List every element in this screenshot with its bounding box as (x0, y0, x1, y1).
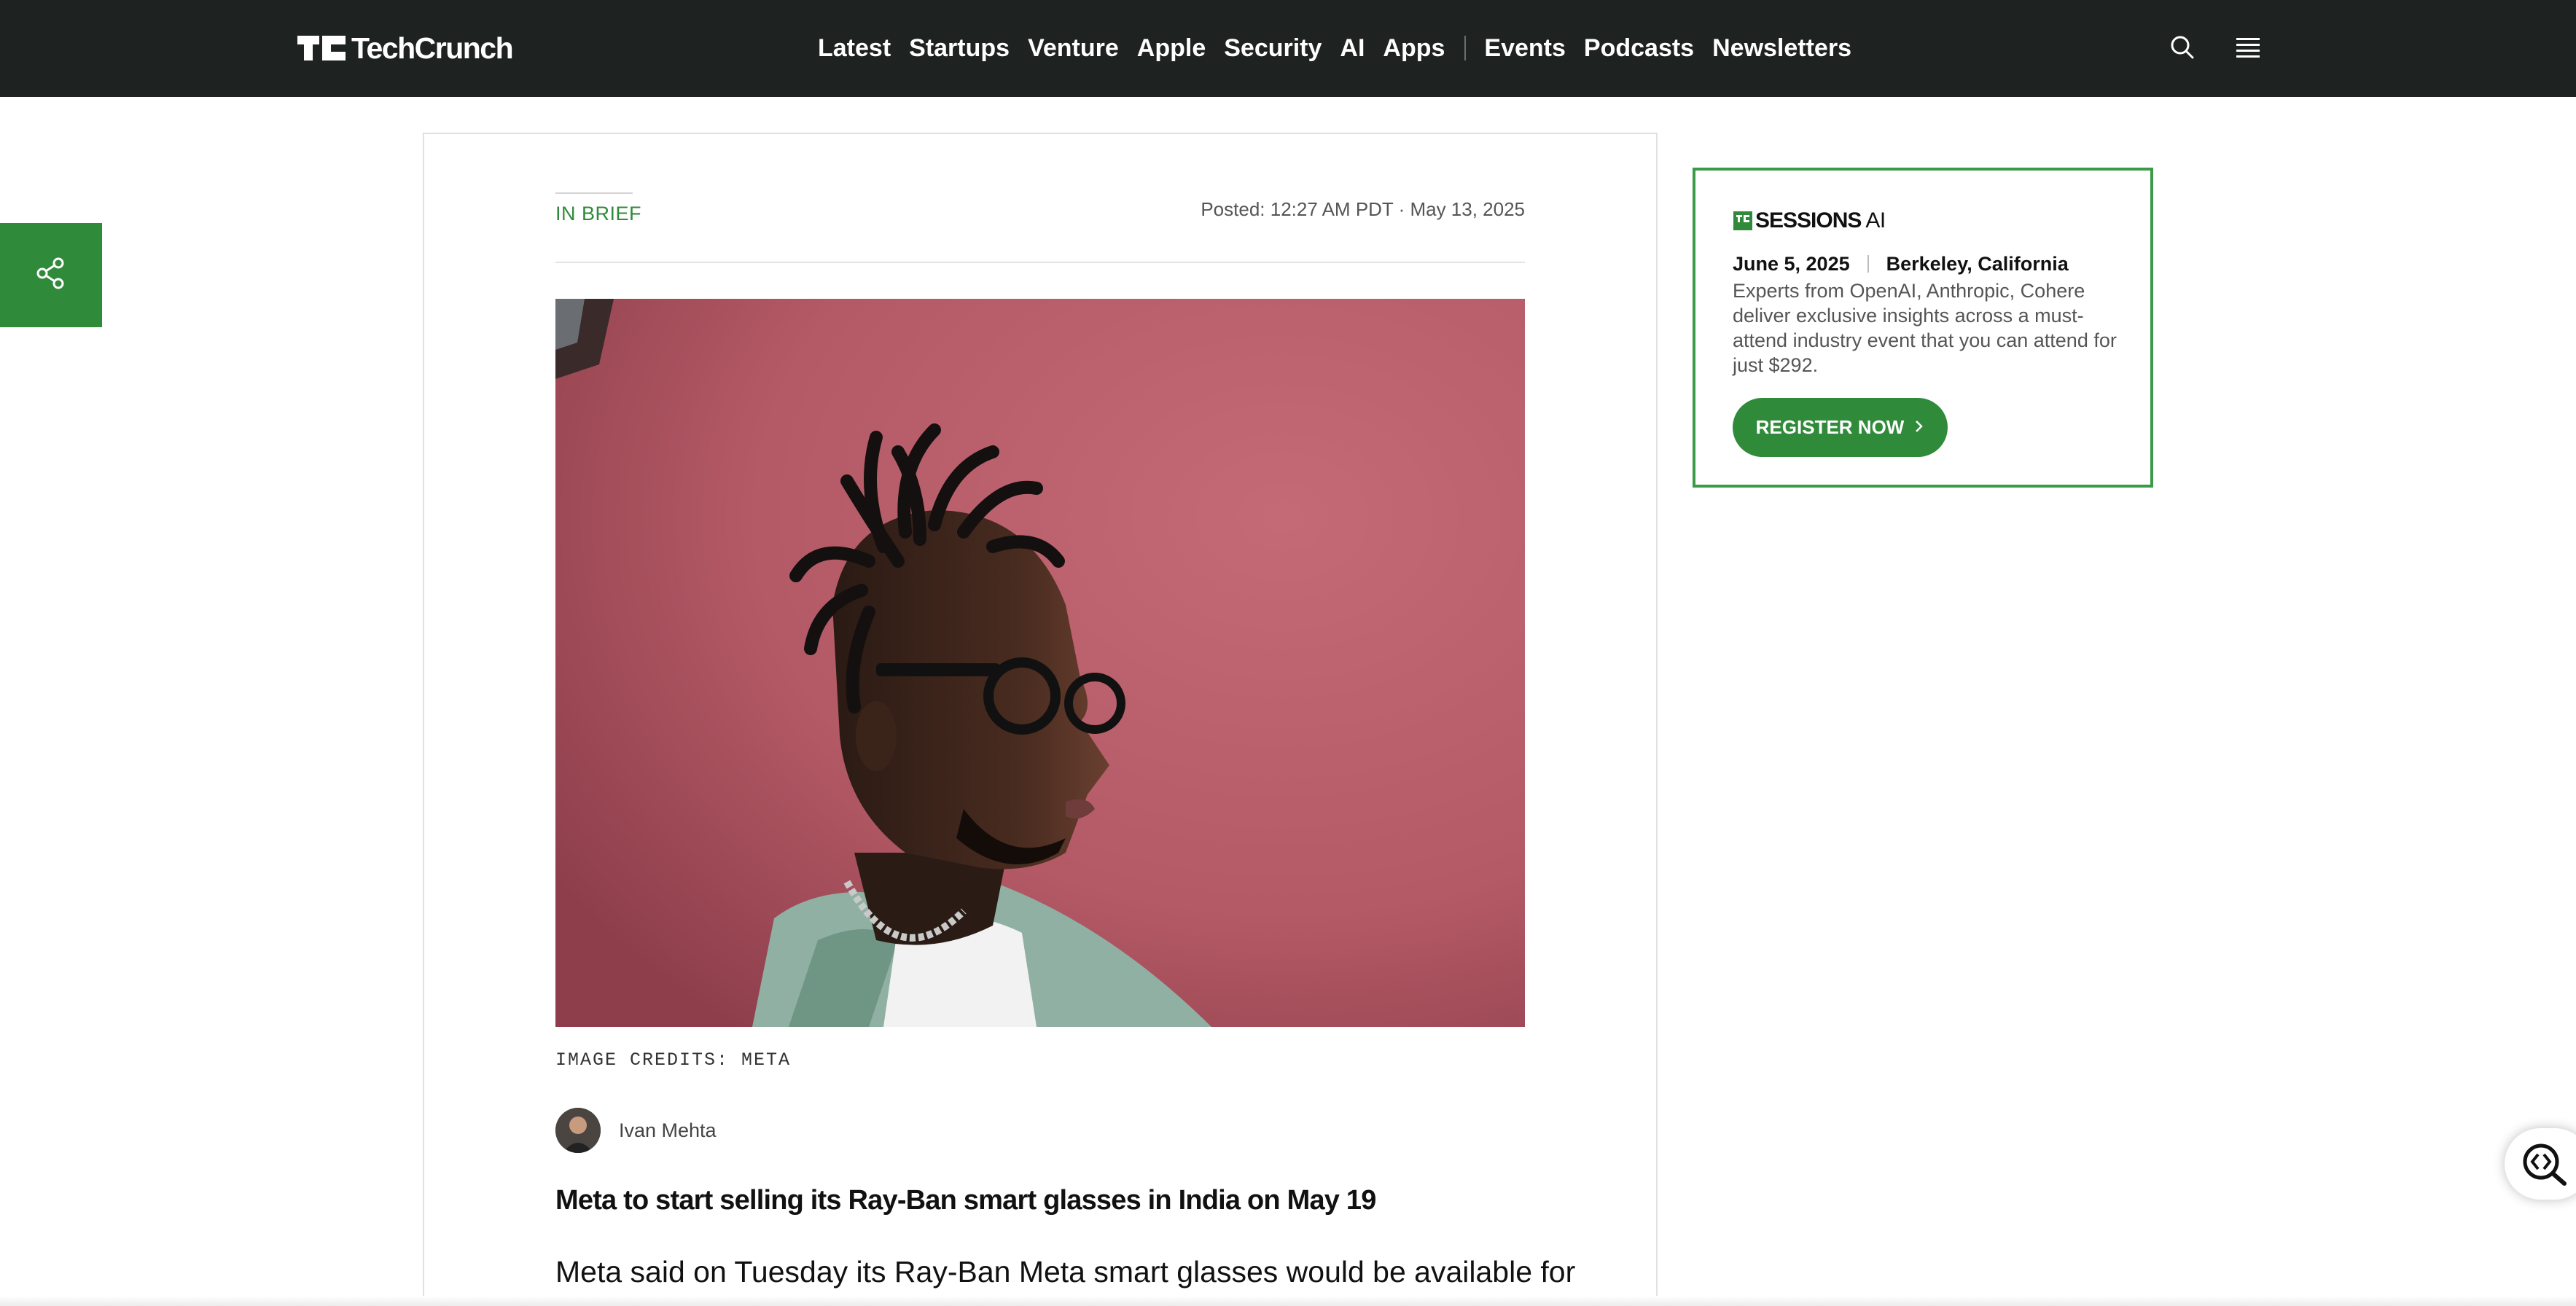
share-button[interactable] (0, 223, 102, 327)
chevron-right-icon (1914, 416, 1924, 439)
nav-podcasts[interactable]: Podcasts (1584, 28, 1694, 69)
promo-brand-suffix: AI (1865, 208, 1886, 232)
search-icon[interactable] (2168, 33, 2197, 62)
bottom-fade (0, 1296, 2576, 1306)
register-now-button[interactable]: REGISTER NOW (1733, 398, 1948, 457)
main-nav: Latest Startups Venture Apple Security A… (818, 28, 1870, 69)
posted-timestamp: Posted: 12:27 AM PDT · May 13, 2025 (1201, 198, 1525, 220)
techcrunch-logo[interactable]: TechCrunch (297, 31, 514, 65)
menu-icon[interactable] (2235, 36, 2261, 59)
author-avatar[interactable] (555, 1108, 601, 1153)
nav-events[interactable]: Events (1484, 28, 1566, 69)
article-kicker[interactable]: IN BRIEF (555, 203, 641, 224)
author-name[interactable]: Ivan Mehta (619, 1119, 717, 1141)
hero-image (555, 299, 1525, 1027)
nav-latest[interactable]: Latest (818, 28, 891, 69)
article-headline: Meta to start selling its Ray-Ban smart … (555, 1185, 1376, 1216)
register-now-label: REGISTER NOW (1755, 416, 1905, 438)
article-lede: Meta said on Tuesday its Ray-Ban Meta sm… (555, 1255, 1576, 1289)
code-search-widget[interactable] (2505, 1128, 2576, 1200)
nav-venture[interactable]: Venture (1028, 28, 1119, 69)
sessions-ai-promo: SESSIONS AI June 5, 2025 Berkeley, Califo… (1693, 168, 2153, 488)
date-separator (1867, 255, 1869, 273)
event-date: June 5, 2025 (1733, 253, 1850, 275)
promo-brand: SESSIONS (1755, 208, 1862, 232)
sessions-ai-logo: SESSIONS AI (1733, 208, 1886, 233)
nav-newsletters[interactable]: Newsletters (1712, 28, 1851, 69)
site-header: TechCrunch Latest Startups Venture Apple… (0, 0, 2576, 97)
image-credits: IMAGE CREDITS: META (555, 1049, 792, 1071)
kicker-rule (555, 192, 633, 194)
nav-divider (1464, 36, 1467, 60)
nav-apps[interactable]: Apps (1383, 28, 1445, 69)
share-icon (34, 256, 69, 294)
logo-text: TechCrunch (351, 31, 514, 65)
event-date-location: June 5, 2025 Berkeley, California (1733, 252, 2069, 275)
tc-badge-icon (1733, 211, 1752, 230)
nav-startups[interactable]: Startups (909, 28, 1010, 69)
event-location: Berkeley, California (1886, 253, 2069, 275)
nav-apple[interactable]: Apple (1137, 28, 1206, 69)
tc-logo-icon (297, 36, 346, 60)
nav-security[interactable]: Security (1224, 28, 1322, 69)
meta-divider (555, 262, 1525, 263)
nav-ai[interactable]: AI (1340, 28, 1365, 69)
promo-description: Experts from OpenAI, Anthropic, Cohere d… (1733, 280, 2117, 376)
